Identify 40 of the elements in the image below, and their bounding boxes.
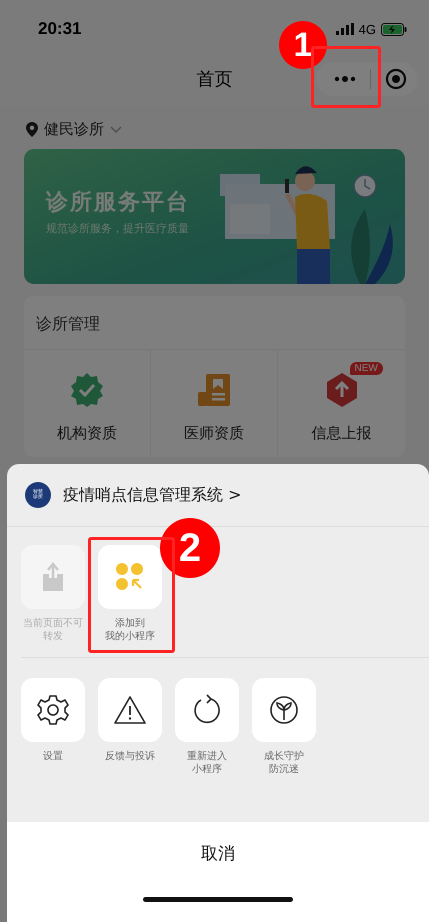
tile-label: 当前页面不可 — [23, 617, 83, 630]
action-tile[interactable] — [175, 678, 239, 742]
add-apps-icon — [115, 562, 145, 592]
highlight-frame — [311, 46, 381, 108]
action-tile[interactable] — [252, 678, 316, 742]
menu-item[interactable]: 医师资质 — [151, 350, 278, 457]
tile-label: 成长守护 — [264, 750, 304, 763]
action-tile[interactable] — [98, 545, 162, 609]
tile-label: 转发 — [43, 630, 63, 643]
menu-item[interactable]: 机构资质 — [24, 350, 151, 457]
section-title: 诊所管理 — [35, 313, 101, 335]
banner-subtitle: 规范诊所服务，提升医疗质量 — [46, 221, 190, 236]
action-tile[interactable] — [21, 678, 85, 742]
signal-icon — [336, 23, 354, 35]
new-badge: NEW — [350, 362, 383, 375]
settings-icon — [37, 694, 69, 726]
close-target-icon[interactable] — [385, 68, 407, 90]
tile-label: 添加到 — [115, 617, 145, 630]
more-icon[interactable] — [334, 76, 356, 82]
tile-label: 防沉迷 — [269, 763, 299, 776]
tile-label: 我的小程序 — [105, 630, 155, 643]
clinic-name[interactable]: 健民诊所 — [44, 120, 104, 139]
sprout-icon — [269, 695, 299, 725]
warning-icon — [113, 695, 147, 725]
tile-label: 小程序 — [192, 763, 222, 776]
network-label: 4G — [358, 22, 376, 36]
banner-title: 诊所服务平台 — [46, 189, 190, 217]
document-icon — [196, 372, 232, 408]
verified-badge-icon — [69, 372, 105, 408]
app-name-link[interactable]: 疫情哨点信息管理系统 > — [63, 484, 242, 506]
tile-label: 重新进入 — [187, 750, 227, 763]
refresh-icon — [192, 694, 222, 726]
action-tile[interactable] — [98, 678, 162, 742]
tile-label: 设置 — [43, 750, 63, 763]
status-time: 20:31 — [38, 19, 82, 39]
battery-icon — [381, 22, 407, 36]
tile-label: 反馈与投诉 — [105, 750, 155, 763]
menu-item[interactable]: NEW 信息上报 — [278, 350, 405, 457]
page-title: 首页 — [196, 68, 232, 91]
location-pin-icon — [26, 122, 38, 137]
